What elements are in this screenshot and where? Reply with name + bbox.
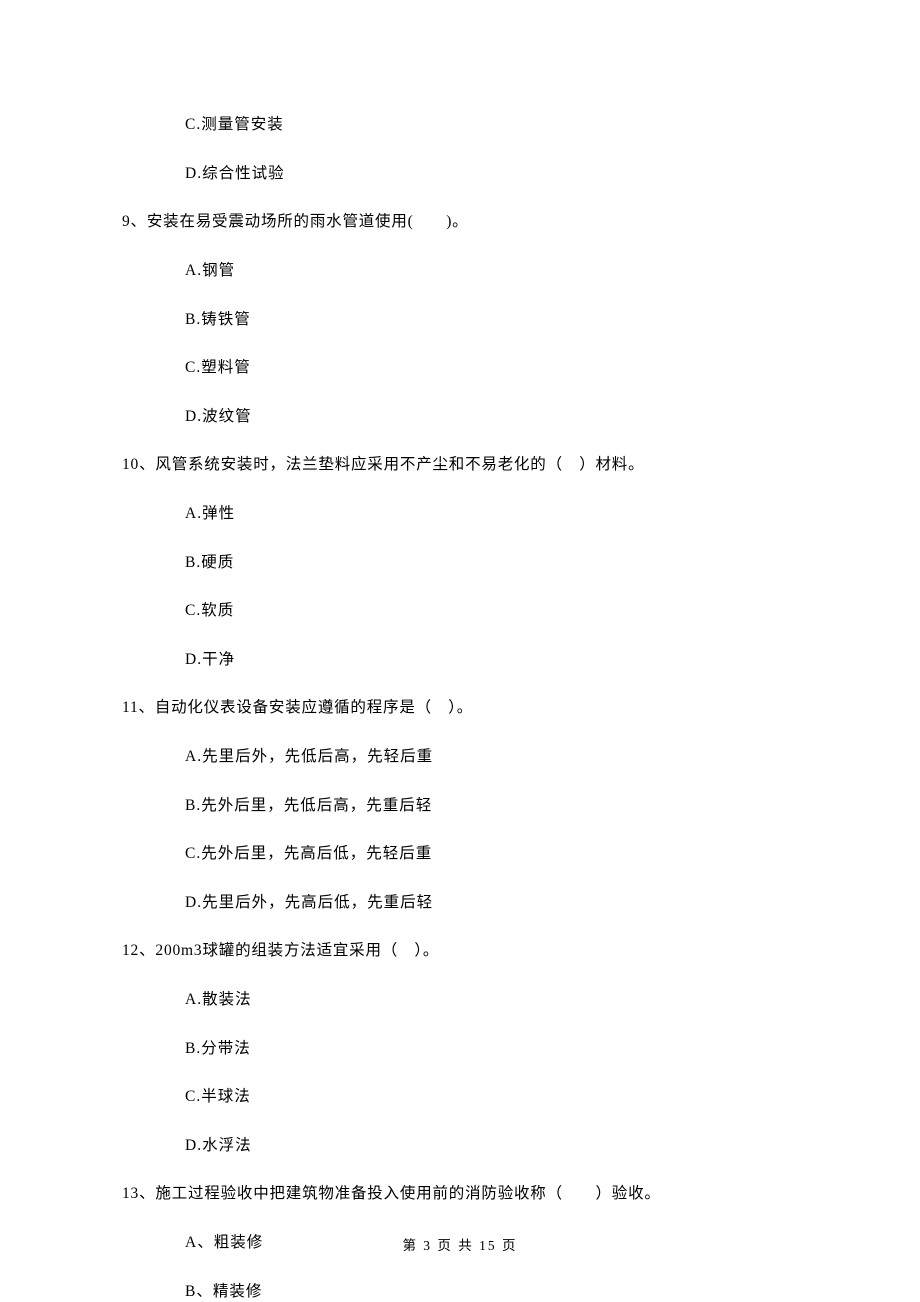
question-body: 施工过程验收中把建筑物准备投入使用前的消防验收称（ ）验收。 [155,1185,660,1202]
question-text: 12、200m3球罐的组装方法适宜采用（ ）。 [122,938,820,960]
option-text: B.分带法 [122,1036,820,1058]
question-number: 11、 [122,699,155,716]
option-text: D.先里后外，先高后低，先重后轻 [122,890,820,912]
option-text: B.铸铁管 [122,307,820,329]
option-text: D.干净 [122,647,820,669]
option-text: D.波纹管 [122,404,820,426]
question-body: 风管系统安装时，法兰垫料应采用不产尘和不易老化的（ ）材料。 [155,456,644,473]
option-text: C.软质 [122,598,820,620]
question-body: 安装在易受震动场所的雨水管道使用( )。 [147,213,469,230]
option-text: C.先外后里，先高后低，先轻后重 [122,841,820,863]
option-text: A.先里后外，先低后高，先轻后重 [122,744,820,766]
option-text: A.钢管 [122,258,820,280]
question-number: 10、 [122,456,155,473]
question-number: 9、 [122,213,147,230]
option-text: D.水浮法 [122,1133,820,1155]
option-text: B.先外后里，先低后高，先重后轻 [122,793,820,815]
option-text: A.散装法 [122,987,820,1009]
question-number: 12、 [122,942,155,959]
question-number: 13、 [122,1185,155,1202]
option-text: B.硬质 [122,550,820,572]
option-text: B、精装修 [122,1279,820,1301]
option-text: C.塑料管 [122,355,820,377]
page-footer: 第 3 页 共 15 页 [0,1234,920,1254]
document-page: C.测量管安装 D.综合性试验 9、安装在易受震动场所的雨水管道使用( )。 A… [0,0,920,1302]
option-text: C.半球法 [122,1084,820,1106]
question-text: 10、风管系统安装时，法兰垫料应采用不产尘和不易老化的（ ）材料。 [122,452,820,474]
question-text: 11、自动化仪表设备安装应遵循的程序是（ ）。 [122,695,820,717]
option-text: D.综合性试验 [122,161,820,183]
option-text: A.弹性 [122,501,820,523]
question-text: 9、安装在易受震动场所的雨水管道使用( )。 [122,209,820,231]
question-body: 自动化仪表设备安装应遵循的程序是（ ）。 [155,699,473,716]
option-text: C.测量管安装 [122,112,820,134]
question-body: 200m3球罐的组装方法适宜采用（ ）。 [155,942,439,959]
question-text: 13、施工过程验收中把建筑物准备投入使用前的消防验收称（ ）验收。 [122,1181,820,1203]
